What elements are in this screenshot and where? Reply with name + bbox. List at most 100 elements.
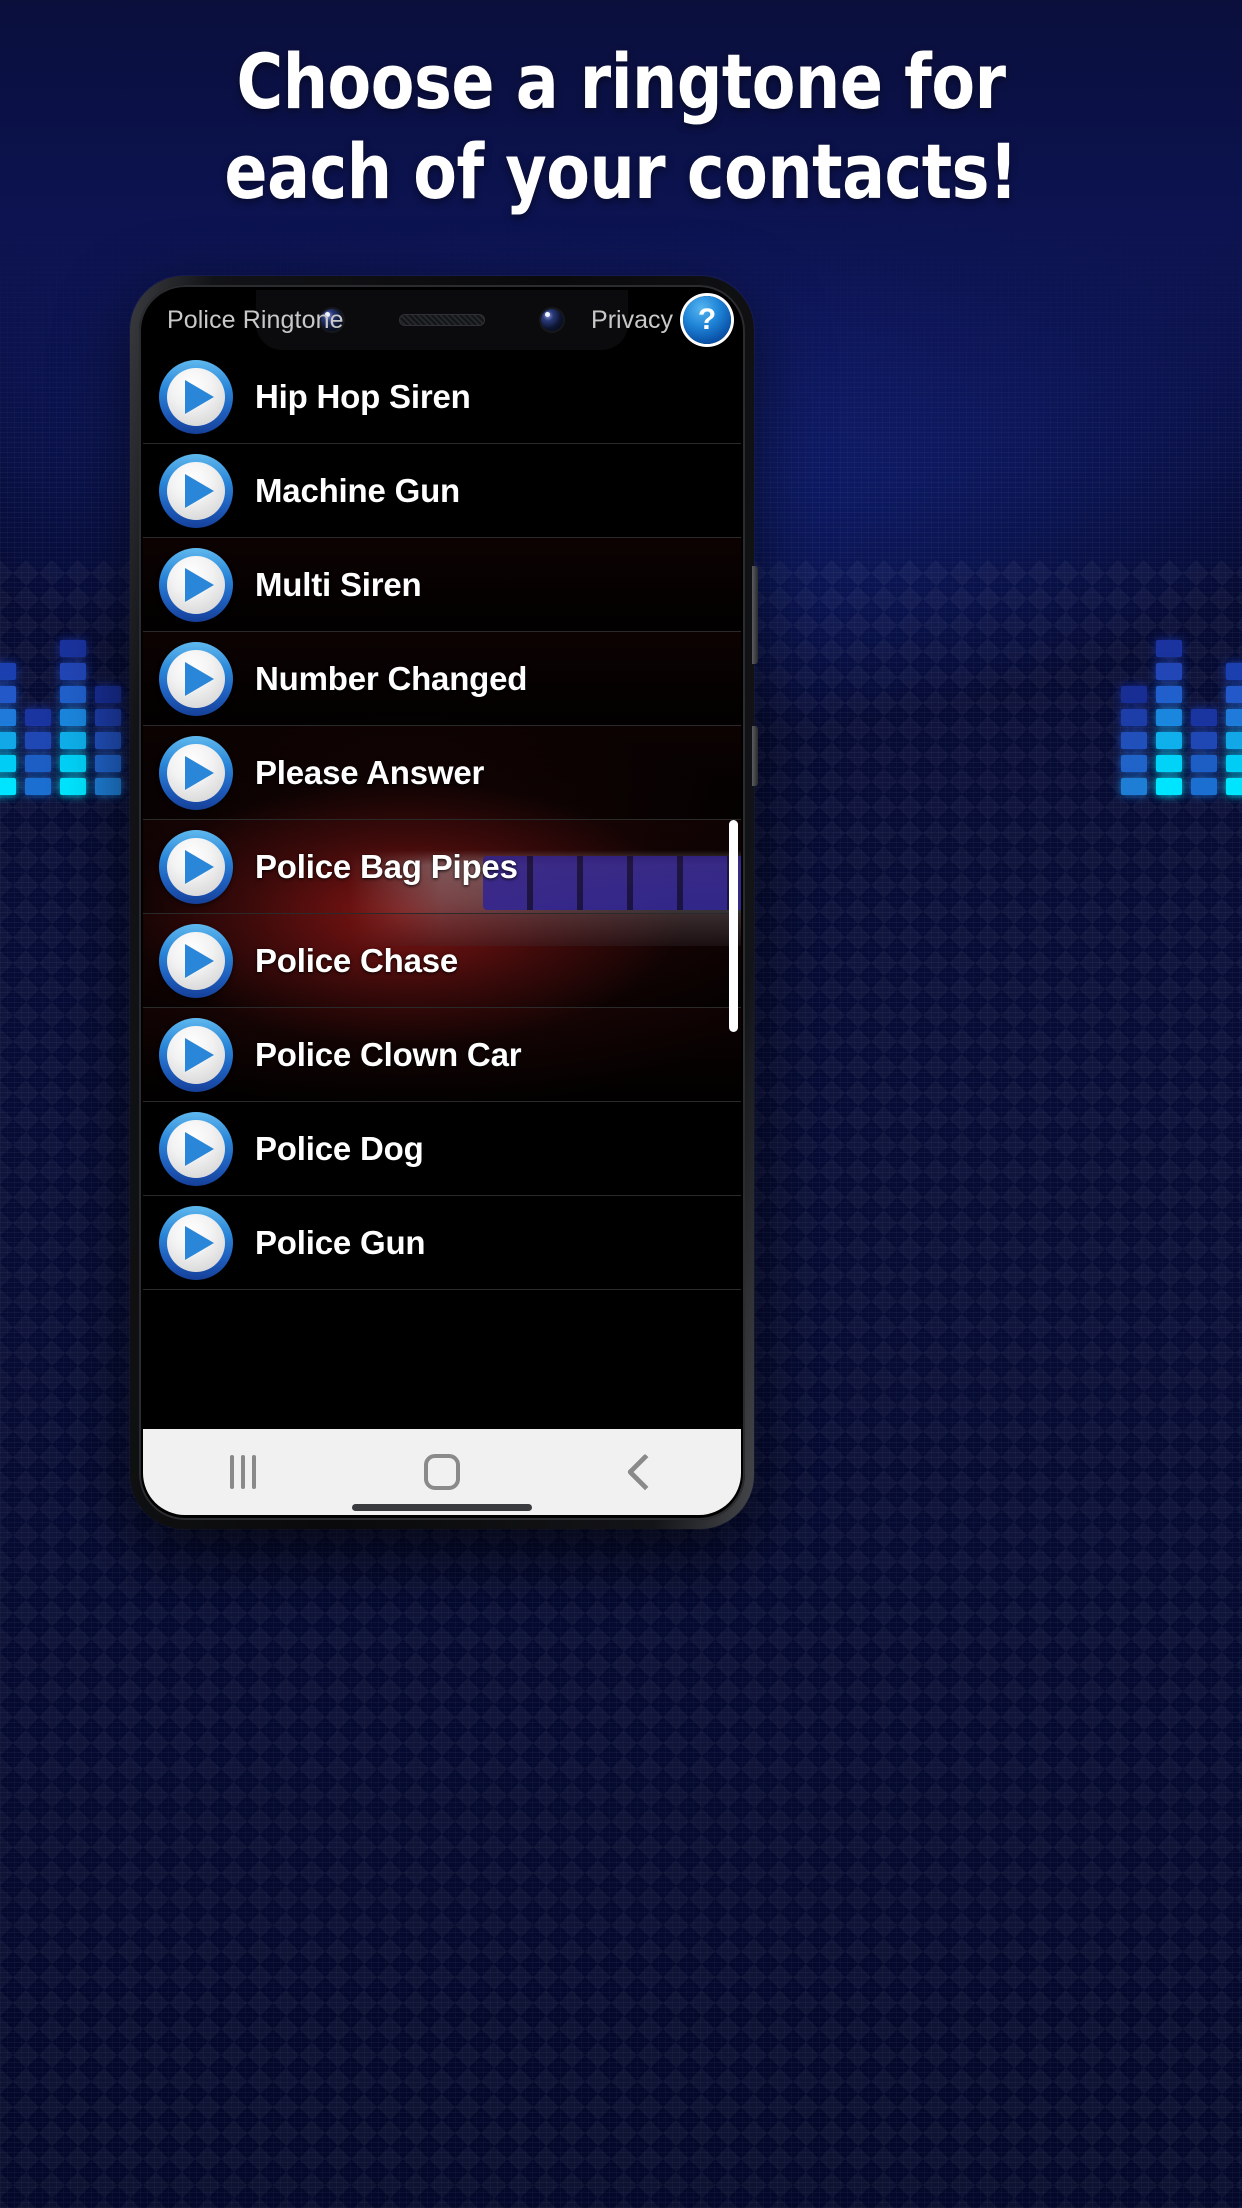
play-icon[interactable]: [159, 1205, 233, 1280]
equalizer-segment: [0, 755, 16, 772]
equalizer-segment: [1191, 755, 1217, 772]
ringtone-row[interactable]: Police Clown Car: [143, 1008, 741, 1102]
equalizer-segment: [60, 663, 86, 680]
play-icon[interactable]: [159, 1017, 233, 1092]
play-icon[interactable]: [159, 923, 233, 998]
equalizer-segment: [25, 732, 51, 749]
equalizer-segment: [1156, 709, 1182, 726]
home-button[interactable]: [382, 1429, 502, 1515]
phone-screen: Police Ringtone Privacy ? Hip Hop Siren M…: [143, 290, 741, 1515]
recents-button[interactable]: [183, 1429, 303, 1515]
play-icon[interactable]: [159, 735, 233, 810]
play-icon-face: [167, 461, 225, 520]
play-triangle-icon: [185, 943, 214, 978]
equalizer-segment: [0, 663, 16, 680]
ringtone-label: Number Changed: [255, 659, 528, 697]
equalizer-left: [0, 640, 121, 795]
ringtone-row[interactable]: Police Gun: [143, 1196, 741, 1290]
ringtone-row[interactable]: Multi Siren: [143, 538, 741, 632]
volume-button[interactable]: [752, 726, 758, 786]
equalizer-segment: [95, 755, 121, 772]
play-icon[interactable]: [159, 453, 233, 528]
ringtone-list-scroll[interactable]: Hip Hop Siren Machine Gun Multi Siren Numbe…: [143, 350, 741, 1515]
equalizer-column: [1226, 663, 1242, 795]
equalizer-segment: [25, 709, 51, 726]
ringtone-label: Police Bag Pipes: [255, 847, 518, 885]
ringtone-label: Police Gun: [255, 1223, 426, 1261]
equalizer-right: [1121, 640, 1242, 795]
equalizer-segment: [1226, 709, 1242, 726]
play-triangle-icon: [185, 567, 214, 602]
phone-mockup: Police Ringtone Privacy ? Hip Hop Siren M…: [130, 276, 758, 1529]
equalizer-segment: [1121, 732, 1147, 749]
ringtone-row[interactable]: Police Dog: [143, 1102, 741, 1196]
play-icon-face: [167, 1213, 225, 1272]
ringtone-row[interactable]: Please Answer: [143, 726, 741, 820]
equalizer-segment: [1191, 778, 1217, 795]
play-icon-face: [167, 649, 225, 708]
play-triangle-icon: [185, 849, 214, 884]
play-icon-face: [167, 367, 225, 426]
ringtone-label: Police Clown Car: [255, 1035, 522, 1073]
ringtone-row[interactable]: Hip Hop Siren: [143, 350, 741, 444]
play-triangle-icon: [185, 755, 214, 790]
phone-bezel: Police Ringtone Privacy ? Hip Hop Siren M…: [139, 285, 745, 1520]
help-icon[interactable]: ?: [683, 296, 731, 344]
equalizer-segment: [1121, 686, 1147, 703]
ringtone-row[interactable]: Number Changed: [143, 632, 741, 726]
equalizer-segment: [95, 686, 121, 703]
play-icon-face: [167, 931, 225, 990]
equalizer-segment: [1226, 755, 1242, 772]
privacy-link[interactable]: Privacy: [591, 306, 673, 335]
ringtone-row[interactable]: Police Chase: [143, 914, 741, 1008]
play-triangle-icon: [185, 379, 214, 414]
play-triangle-icon: [185, 1037, 214, 1072]
equalizer-segment: [95, 732, 121, 749]
equalizer-segment: [0, 709, 16, 726]
phone-bottom-bar: [352, 1504, 532, 1511]
app-header: Police Ringtone Privacy ?: [143, 290, 741, 350]
back-button[interactable]: [581, 1429, 701, 1515]
ringtone-label: Please Answer: [255, 753, 485, 791]
equalizer-segment: [1121, 778, 1147, 795]
equalizer-segment: [1156, 732, 1182, 749]
power-button[interactable]: [752, 566, 758, 664]
ringtone-label: Machine Gun: [255, 471, 460, 509]
ringtone-row[interactable]: Police Bag Pipes: [143, 820, 741, 914]
home-icon: [423, 1454, 460, 1490]
equalizer-segment: [1156, 686, 1182, 703]
play-icon[interactable]: [159, 829, 233, 904]
equalizer-segment: [1226, 686, 1242, 703]
ringtone-label: Police Chase: [255, 941, 459, 979]
android-nav-bar: [143, 1429, 741, 1515]
equalizer-segment: [1226, 778, 1242, 795]
equalizer-segment: [1191, 709, 1217, 726]
play-icon[interactable]: [159, 359, 233, 434]
ringtone-label: Hip Hop Siren: [255, 377, 471, 415]
equalizer-segment: [60, 640, 86, 657]
equalizer-segment: [1156, 663, 1182, 680]
play-triangle-icon: [185, 661, 214, 696]
equalizer-segment: [95, 778, 121, 795]
headline-line-2: each of your contacts!: [224, 127, 1018, 216]
ringtone-row[interactable]: Machine Gun: [143, 444, 741, 538]
recents-icon: [229, 1455, 256, 1489]
scrollbar-thumb[interactable]: [729, 820, 738, 1032]
ringtone-list[interactable]: Hip Hop Siren Machine Gun Multi Siren Numbe…: [143, 350, 741, 1515]
equalizer-column: [95, 686, 121, 795]
equalizer-column: [1121, 686, 1147, 795]
app-title: Police Ringtone: [167, 305, 344, 334]
equalizer-segment: [60, 709, 86, 726]
play-icon-face: [167, 837, 225, 896]
equalizer-segment: [1121, 755, 1147, 772]
play-icon[interactable]: [159, 547, 233, 622]
page-title: Choose a ringtone for each of your conta…: [43, 44, 1198, 210]
play-triangle-icon: [185, 1131, 214, 1166]
play-triangle-icon: [185, 473, 214, 508]
headline-line-1: Choose a ringtone for: [236, 37, 1006, 126]
play-icon[interactable]: [159, 641, 233, 716]
equalizer-segment: [1156, 778, 1182, 795]
play-icon[interactable]: [159, 1111, 233, 1186]
play-icon-face: [167, 743, 225, 802]
equalizer-segment: [60, 686, 86, 703]
